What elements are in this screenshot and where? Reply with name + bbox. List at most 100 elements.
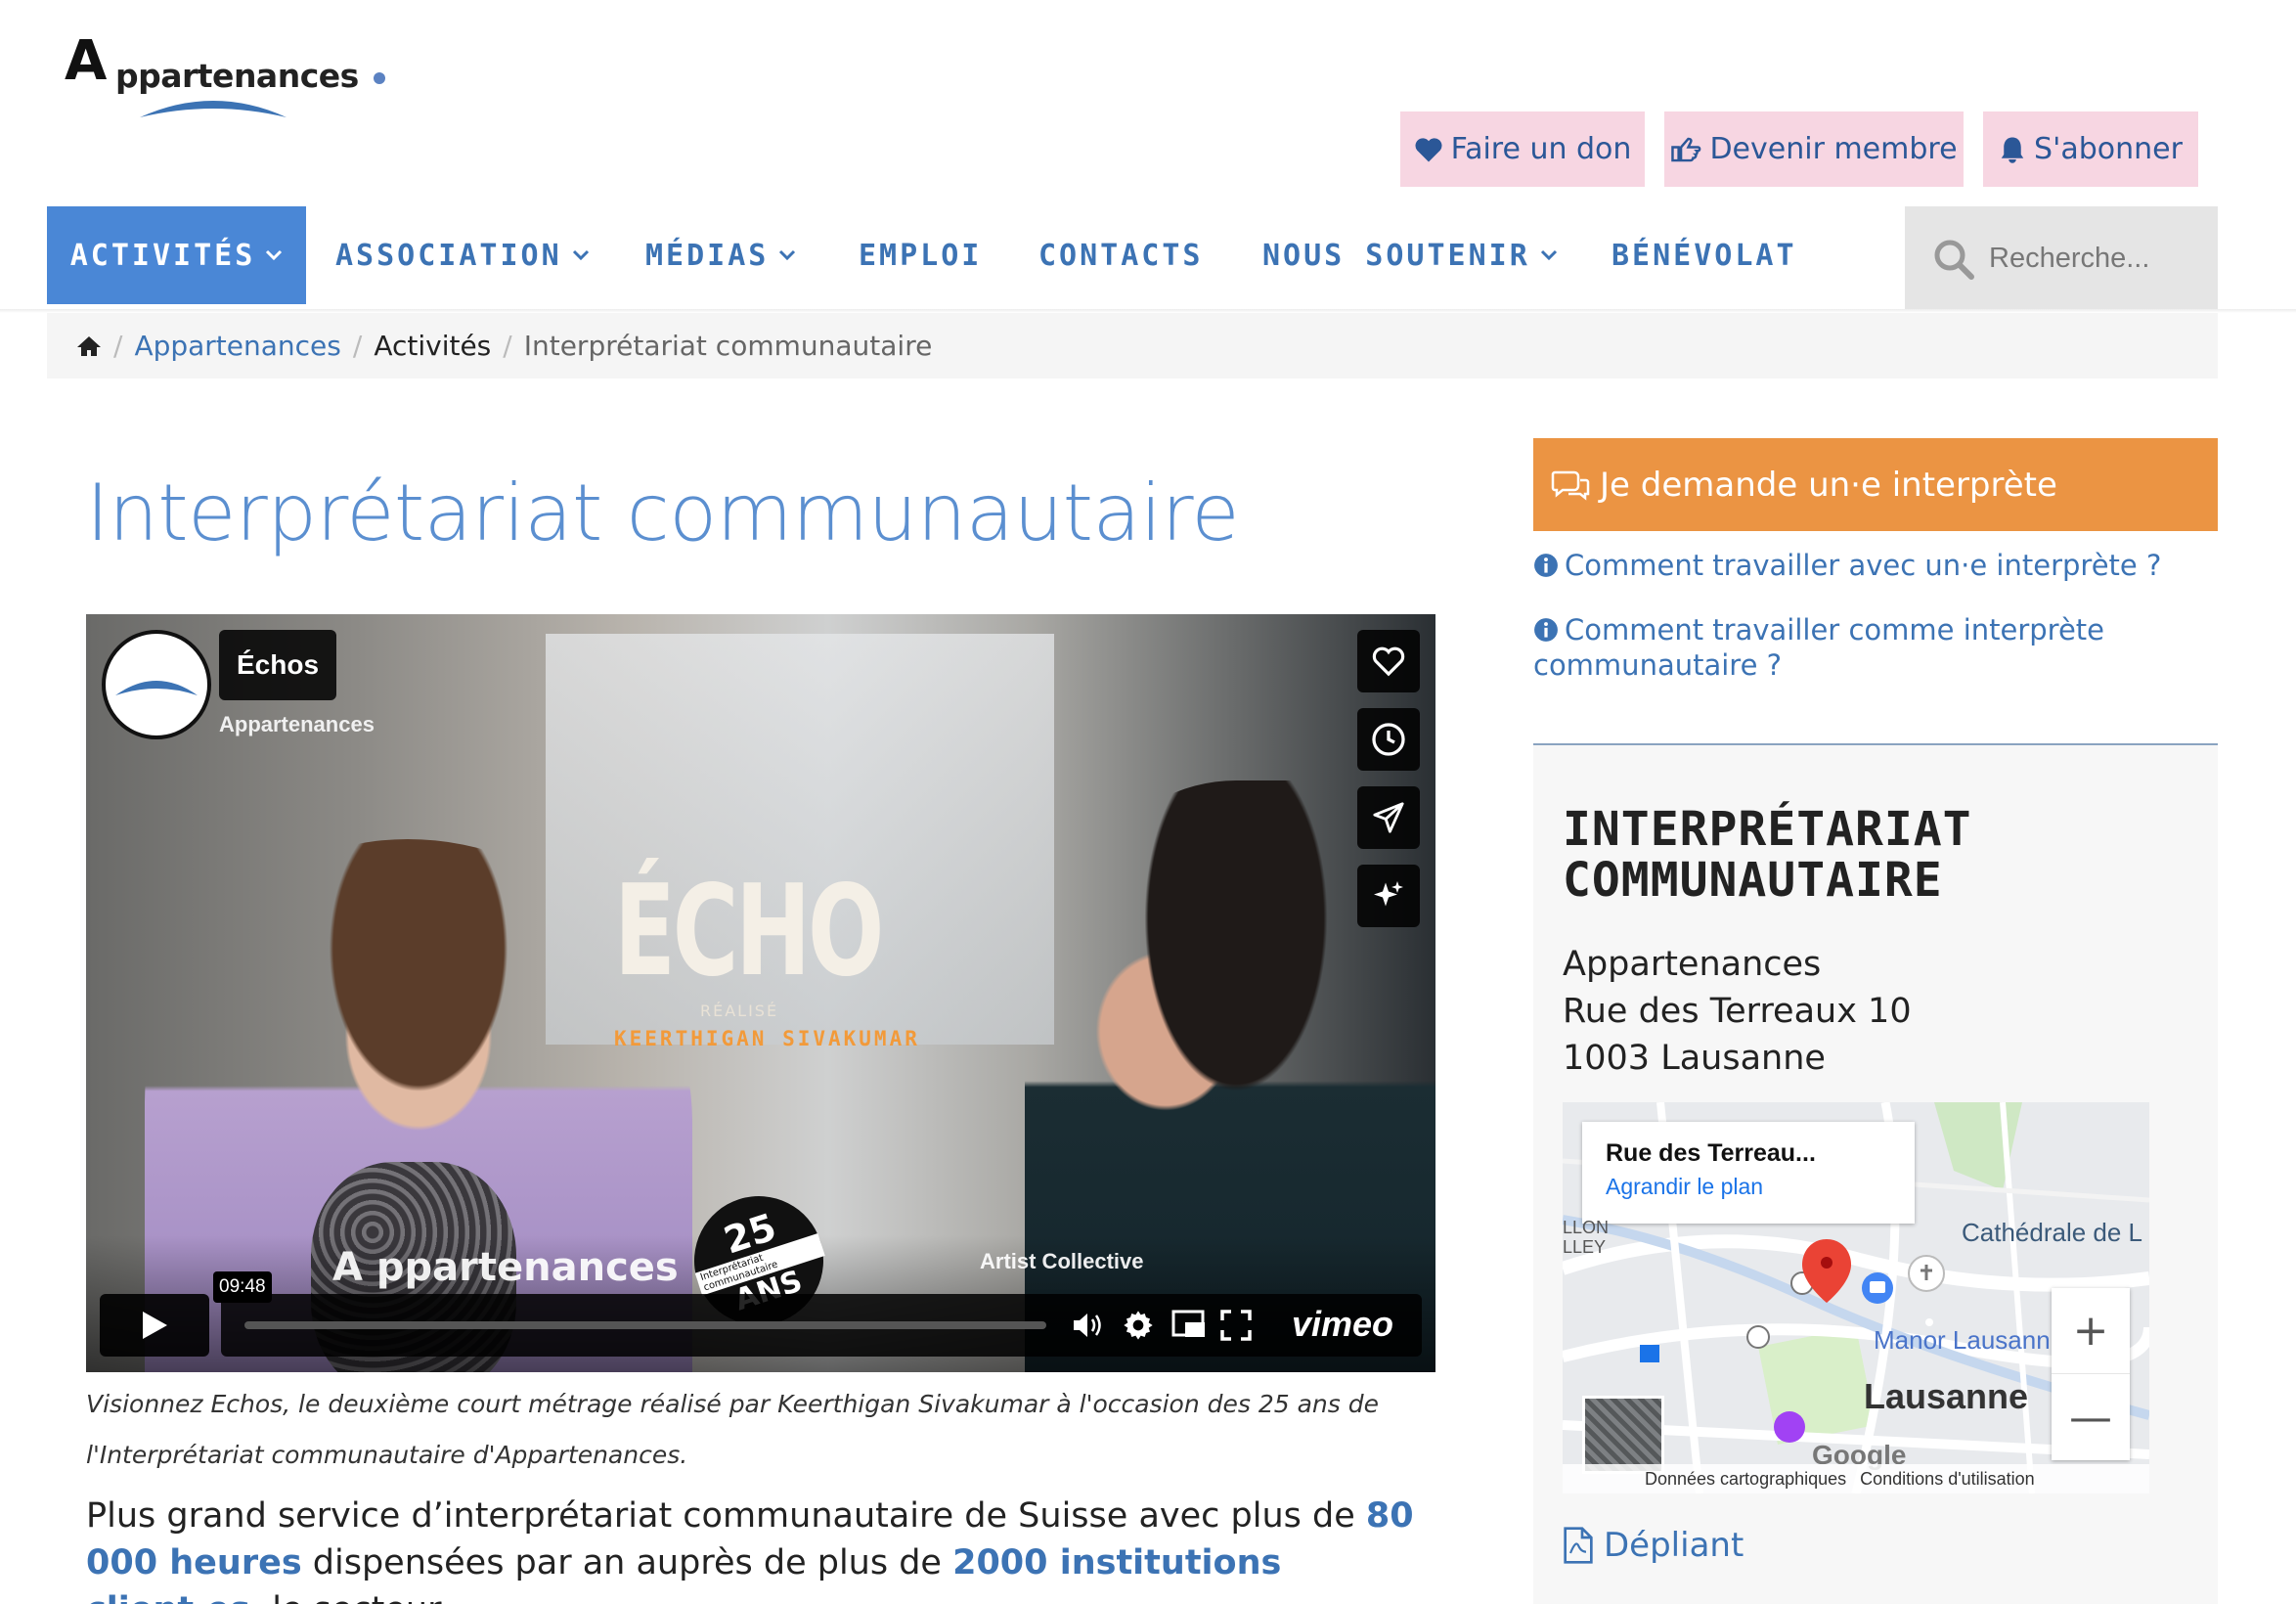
video-overlay-realise: RÉALISÉ <box>700 1002 779 1020</box>
video-player[interactable]: ÉCHO RÉALISÉ KEERTHIGAN SIVAKUMAR Échos … <box>86 614 1435 1372</box>
logo-dot <box>374 72 385 84</box>
info-circle-icon <box>1534 554 1558 577</box>
contact-panel: INTERPRÉTARIAT COMMUNAUTAIRE Appartenanc… <box>1533 743 2218 1604</box>
map-footer: Données cartographiques Conditions d'uti… <box>1563 1464 2149 1493</box>
video-controls: vimeo <box>100 1294 1422 1357</box>
nav-nous-soutenir[interactable]: NOUS SOUTENIR <box>1262 206 1558 304</box>
map-zoom-out-button[interactable]: — <box>2052 1374 2130 1460</box>
donate-label: Faire un don <box>1450 132 1632 166</box>
member-label: Devenir membre <box>1709 132 1958 166</box>
vimeo-logo[interactable]: vimeo <box>1292 1304 1393 1345</box>
subscribe-button[interactable]: S'abonner <box>1983 111 2198 187</box>
chevron-down-icon <box>1540 249 1557 261</box>
clock-icon <box>1372 723 1405 756</box>
nav-contacts-label: CONTACTS <box>1038 238 1204 273</box>
video-control-bar: vimeo <box>221 1294 1422 1357</box>
chevron-down-icon <box>779 249 796 261</box>
settings-gear-icon[interactable] <box>1123 1310 1154 1341</box>
video-watermark-logo: A ppartenances <box>332 1245 679 1290</box>
map-terms-link[interactable]: Conditions d'utilisation <box>1860 1469 2035 1490</box>
request-interpreter-button[interactable]: Je demande un·e interprète <box>1533 438 2218 531</box>
subscribe-label: S'abonner <box>2034 132 2183 166</box>
heart-icon <box>1415 137 1442 161</box>
search-input[interactable] <box>1989 243 2214 275</box>
address-block: Appartenances Rue des Terreaux 10 1003 L… <box>1563 941 1912 1082</box>
breadcrumb-activites[interactable]: Activités <box>374 330 491 362</box>
map-label-district-2: LLEY <box>1563 1237 1607 1257</box>
breadcrumb-separator: / <box>352 330 363 362</box>
map-zoom-in-button[interactable]: + <box>2052 1288 2130 1374</box>
fullscreen-icon[interactable] <box>1220 1310 1252 1341</box>
share-button[interactable] <box>1357 786 1420 849</box>
video-channel-name[interactable]: Appartenances <box>219 712 375 737</box>
nav-medias-label: MÉDIAS <box>645 238 770 273</box>
nav-benevolat-label: BÉNÉVOLAT <box>1612 238 1797 273</box>
video-overlay-title: ÉCHO <box>614 859 884 1004</box>
pdf-file-icon <box>1564 1527 1593 1564</box>
chevron-down-icon <box>572 249 589 261</box>
intro-paragraph: Plus grand service d’interprétariat comm… <box>86 1493 1455 1604</box>
donate-button[interactable]: Faire un don <box>1400 111 1645 187</box>
depliant-label: Dépliant <box>1604 1526 1744 1565</box>
video-watermark-artist: Artist Collective <box>980 1249 1144 1273</box>
play-button[interactable] <box>100 1294 209 1357</box>
main-navigation: ACTIVITÉS ASSOCIATION MÉDIAS EMPLOI CONT… <box>47 206 2218 311</box>
nav-association[interactable]: ASSOCIATION <box>335 206 590 304</box>
breadcrumb-separator: / <box>503 330 512 362</box>
ai-sparkle-button[interactable] <box>1357 865 1420 927</box>
volume-icon[interactable] <box>1072 1310 1107 1341</box>
search-icon[interactable] <box>1932 238 1975 281</box>
info-link-1-label: Comment travailler avec un·e interprète … <box>1565 549 2162 582</box>
nav-nous-soutenir-label: NOUS SOUTENIR <box>1262 238 1530 273</box>
depliant-link[interactable]: Dépliant <box>1563 1526 1744 1565</box>
heart-outline-icon <box>1372 646 1405 677</box>
play-icon <box>143 1312 167 1339</box>
appartenances-arc-icon <box>115 681 198 695</box>
info-circle-icon <box>1534 618 1558 642</box>
how-to-become-interpreter-link[interactable]: Comment travailler comme interprète comm… <box>1533 612 2218 683</box>
video-overlay-director: KEERTHIGAN SIVAKUMAR <box>614 1027 920 1050</box>
bell-icon <box>2001 137 2024 163</box>
nav-emploi-label: EMPLOI <box>859 238 983 273</box>
chevron-down-icon <box>266 249 283 261</box>
picture-in-picture-icon[interactable] <box>1171 1310 1207 1339</box>
map-enlarge-link[interactable]: Agrandir le plan <box>1606 1174 1891 1200</box>
become-member-button[interactable]: Devenir membre <box>1664 111 1964 187</box>
video-channel-avatar[interactable] <box>102 630 211 739</box>
appartenances-logo[interactable]: A ppartenances <box>63 29 395 122</box>
breadcrumb-separator: / <box>113 330 123 362</box>
intro-text-2: dispensées par an auprès de plus de <box>301 1543 953 1582</box>
nav-activites-label: ACTIVITÉS <box>69 238 256 273</box>
progress-track[interactable] <box>244 1321 1046 1329</box>
sparkle-icon <box>1374 881 1403 907</box>
hand-pointer-icon <box>1671 137 1701 161</box>
video-title-tag[interactable]: Échos <box>219 630 337 700</box>
nav-activites[interactable]: ACTIVITÉS <box>47 206 306 304</box>
breadcrumb-appartenances[interactable]: Appartenances <box>134 330 340 362</box>
nav-medias[interactable]: MÉDIAS <box>645 206 796 304</box>
nav-contacts[interactable]: CONTACTS <box>1038 206 1204 304</box>
nav-association-label: ASSOCIATION <box>335 238 562 273</box>
logo-arc-icon <box>140 101 287 117</box>
map-city-label: Lausanne <box>1864 1376 2029 1416</box>
intro-text-3: , le secteur <box>250 1590 441 1604</box>
map-data-credit[interactable]: Données cartographiques <box>1645 1469 1846 1490</box>
map-label-cathedrale: Cathédrale de L <box>1962 1218 2143 1247</box>
panel-heading-line-1: INTERPRÉTARIAT <box>1563 802 1972 857</box>
map-card-title: Rue des Terreau... <box>1606 1139 1816 1167</box>
map-info-card: Rue des Terreau... Agrandir le plan <box>1582 1122 1915 1224</box>
panel-heading: INTERPRÉTARIAT COMMUNAUTAIRE <box>1563 804 1972 906</box>
map-satellite-toggle[interactable] <box>1582 1396 1664 1474</box>
info-link-2-label: Comment travailler comme interprète comm… <box>1533 613 2105 682</box>
how-to-work-with-interpreter-link[interactable]: Comment travailler avec un·e interprète … <box>1533 548 2218 583</box>
intro-text-1: Plus grand service d’interprétariat comm… <box>86 1496 1366 1536</box>
google-map[interactable]: Rue des Terreau... Agrandir le plan Cath… <box>1563 1102 2149 1493</box>
nav-emploi[interactable]: EMPLOI <box>859 206 982 304</box>
logo-letter: A <box>65 29 108 93</box>
home-icon[interactable] <box>76 334 102 358</box>
like-button[interactable] <box>1357 630 1420 692</box>
paper-plane-icon <box>1373 802 1404 833</box>
request-interpreter-label: Je demande un·e interprète <box>1600 465 2057 505</box>
watch-later-button[interactable] <box>1357 708 1420 771</box>
nav-benevolat[interactable]: BÉNÉVOLAT <box>1612 206 1797 304</box>
